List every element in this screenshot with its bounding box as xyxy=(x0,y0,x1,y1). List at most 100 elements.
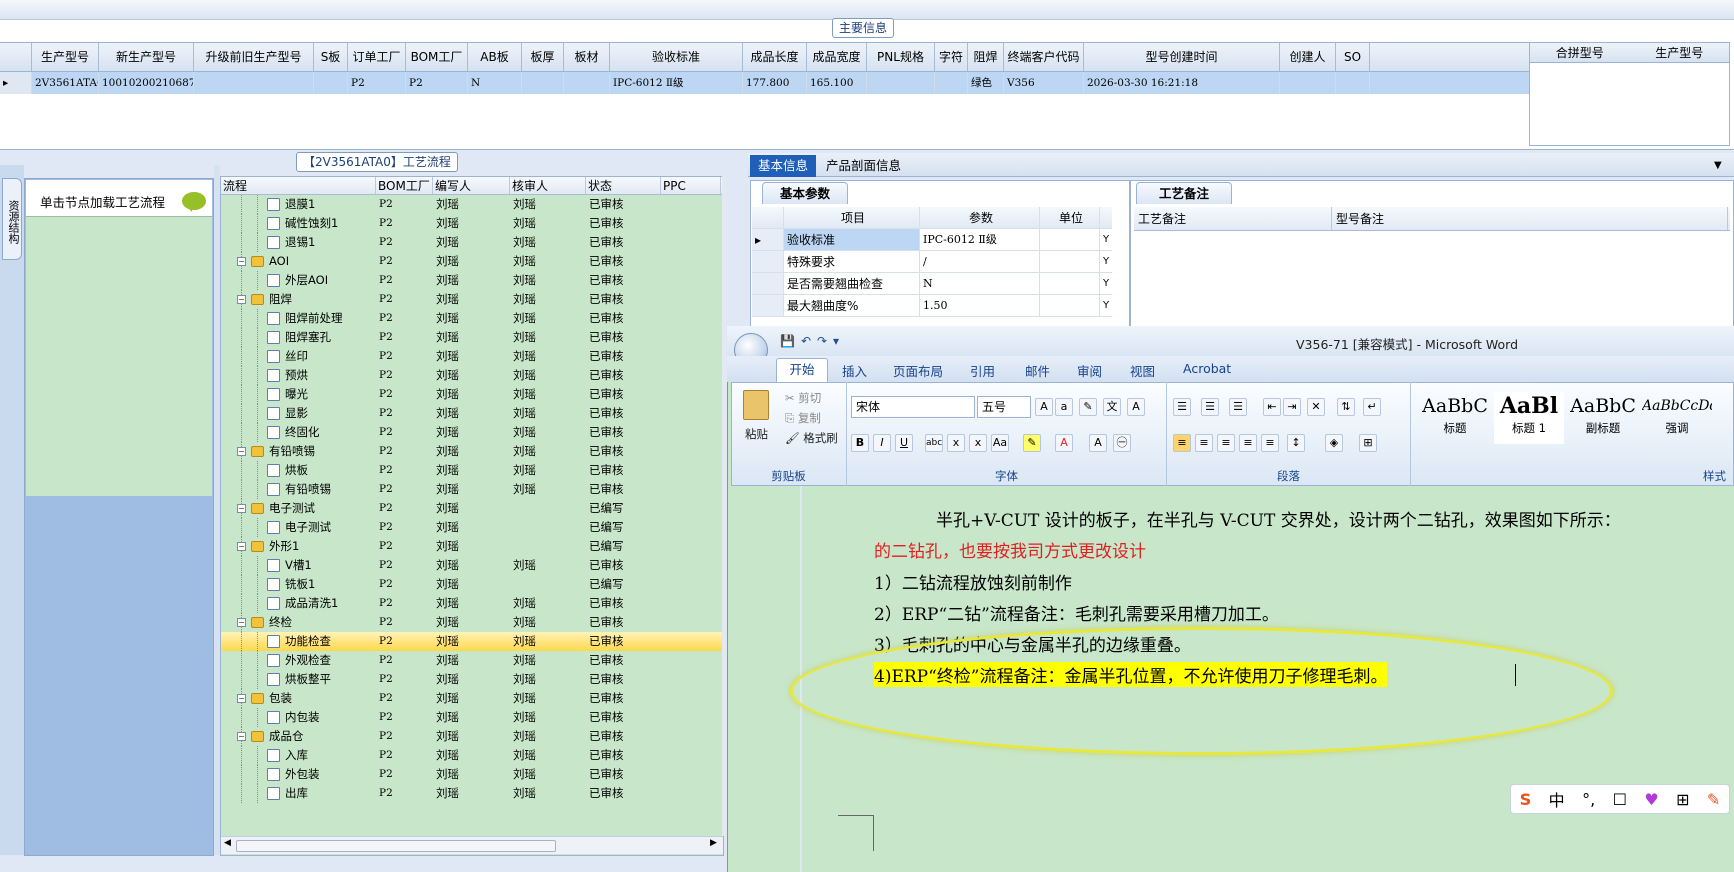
basic-params-tab[interactable]: 基本参数 xyxy=(762,182,848,204)
doc-line-1[interactable]: 半孔+V-CUT 设计的板子，在半孔与 V-CUT 交界处，设计两个二钻孔，效果… xyxy=(936,506,1621,531)
comment-bubble-icon[interactable] xyxy=(182,192,206,212)
doc-line-3[interactable]: 1）二钻流程放蚀刻前制作 xyxy=(874,569,1072,594)
tree-row[interactable]: 入库 P2 刘瑶 刘瑶 已审核 xyxy=(221,746,723,765)
tree-row[interactable]: 铣板1 P2 刘瑶 已编写 xyxy=(221,575,723,594)
ime-skin-icon[interactable]: ♥ xyxy=(1644,790,1658,809)
collapse-icon[interactable]: − xyxy=(237,295,246,304)
grid-cell[interactable]: P2 xyxy=(406,72,468,94)
grid-col-header[interactable]: 阻焊 xyxy=(968,43,1004,71)
tree-node[interactable]: 阻焊前处理 xyxy=(221,309,376,328)
tree-node[interactable]: − 有铅喷锡 xyxy=(221,442,376,461)
col-flow[interactable]: 流程 xyxy=(221,177,376,194)
grid-cell[interactable]: 177.800 xyxy=(743,72,807,94)
font-size-combo[interactable]: 五号 xyxy=(977,396,1031,418)
tree-node[interactable]: 预烘 xyxy=(221,366,376,385)
param-value[interactable]: / xyxy=(920,251,1040,272)
tree-row[interactable]: 内包装 P2 刘瑶 刘瑶 已审核 xyxy=(221,708,723,727)
tree-node[interactable]: 外包装 xyxy=(221,765,376,784)
char-shading-icon[interactable]: A xyxy=(1089,434,1107,452)
grid-cell[interactable]: P2 xyxy=(348,72,406,94)
tab-page-layout[interactable]: 页面布局 xyxy=(893,361,943,380)
param-value[interactable]: 1.50 xyxy=(920,295,1040,316)
tree-node[interactable]: 烘板整平 xyxy=(221,670,376,689)
tree-node[interactable]: − 成品仓 xyxy=(221,727,376,746)
grid-col-header[interactable]: 成品长度 xyxy=(743,43,807,71)
quick-access-toolbar[interactable]: 💾↶↷▾ xyxy=(780,334,845,348)
collapse-icon[interactable]: − xyxy=(237,618,246,627)
param-row[interactable]: ▸ 验收标准 IPC-6012 Ⅱ级 Y xyxy=(752,229,1112,251)
style-heading1[interactable]: AaBl 标题 1 xyxy=(1494,392,1564,444)
align-left-icon[interactable]: ≡ xyxy=(1173,434,1191,452)
copy-button[interactable]: ⎘ 复制 xyxy=(785,410,821,426)
tree-row[interactable]: 出库 P2 刘瑶 刘瑶 已审核 xyxy=(221,784,723,803)
tree-node[interactable]: − 外形1 xyxy=(221,537,376,556)
tab-view[interactable]: 视图 xyxy=(1130,361,1155,380)
doc-line-4[interactable]: 2）ERP“二钻”流程备注：毛刺孔需要采用槽刀加工。 xyxy=(874,600,1279,625)
tree-row[interactable]: 阻焊前处理 P2 刘瑶 刘瑶 已审核 xyxy=(221,309,723,328)
tree-node[interactable]: 电子测试 xyxy=(221,518,376,537)
shrink-font-icon[interactable]: a xyxy=(1055,398,1073,416)
chevron-down-icon[interactable]: ▼ xyxy=(1714,160,1722,171)
tree-vertical-scrollbar[interactable] xyxy=(722,176,726,836)
style-subtitle[interactable]: AaBbC 副标题 xyxy=(1568,392,1638,444)
paste-icon[interactable] xyxy=(743,390,769,420)
tree-node[interactable]: 终固化 xyxy=(221,423,376,442)
grid-cell[interactable]: V356 xyxy=(1004,72,1084,94)
grid-col-header[interactable]: 成品宽度 xyxy=(807,43,867,71)
underline-icon[interactable]: U xyxy=(895,434,913,452)
tree-node[interactable]: 丝印 xyxy=(221,347,376,366)
tree-node[interactable]: − 阻焊 xyxy=(221,290,376,309)
grid-col-header[interactable]: 新生产型号 xyxy=(99,43,194,71)
doc-line-2[interactable]: 的二钻孔，也要按我司方式更改设计 xyxy=(874,537,1146,562)
grid-cell[interactable]: 165.100 xyxy=(807,72,867,94)
grid-col-header[interactable]: AB板 xyxy=(468,43,522,71)
bullets-icon[interactable]: ☰ xyxy=(1173,398,1191,416)
grid-col-header[interactable]: 升级前旧生产型号 xyxy=(194,43,314,71)
tab-section-info[interactable]: 产品剖面信息 xyxy=(826,155,901,177)
col-status[interactable]: 状态 xyxy=(586,177,661,194)
line-spacing-icon[interactable]: ↕ xyxy=(1287,434,1305,452)
justify-icon[interactable]: ≡ xyxy=(1239,434,1257,452)
grid-col-header[interactable]: 字符 xyxy=(935,43,968,71)
tree-row[interactable]: 外观检查 P2 刘瑶 刘瑶 已审核 xyxy=(221,651,723,670)
tab-references[interactable]: 引用 xyxy=(970,361,995,380)
tab-review[interactable]: 审阅 xyxy=(1077,361,1102,380)
collapse-icon[interactable]: − xyxy=(237,694,246,703)
sogou-logo-icon[interactable]: S xyxy=(1520,790,1532,809)
scroll-right-icon[interactable]: ▶ xyxy=(710,838,717,848)
shading-icon[interactable]: ◈ xyxy=(1325,434,1343,452)
collapse-icon[interactable]: − xyxy=(237,447,246,456)
grid-col-header[interactable]: PNL规格 xyxy=(867,43,935,71)
tree-row[interactable]: 外包装 P2 刘瑶 刘瑶 已审核 xyxy=(221,765,723,784)
show-marks-icon[interactable]: ↵ xyxy=(1363,398,1381,416)
clear-format-icon[interactable]: ✎ xyxy=(1079,398,1097,416)
subscript-icon[interactable]: x xyxy=(947,434,965,452)
grid-col-header[interactable]: BOM工厂 xyxy=(406,43,468,71)
tree-node[interactable]: 烘板 xyxy=(221,461,376,480)
strikethrough-icon[interactable]: abc xyxy=(925,434,943,452)
grid-cell[interactable] xyxy=(194,72,314,94)
collapse-icon[interactable]: − xyxy=(237,257,246,266)
char-border-icon[interactable]: A xyxy=(1127,398,1145,416)
row-indicator-icon[interactable]: ▸ xyxy=(0,72,32,94)
tree-row[interactable]: 成品清洗1 P2 刘瑶 刘瑶 已审核 xyxy=(221,594,723,613)
tree-row[interactable]: − 有铅喷锡 P2 刘瑶 刘瑶 已审核 xyxy=(221,442,723,461)
tree-node[interactable]: − AOI xyxy=(221,252,376,271)
cut-button[interactable]: ✂ 剪切 xyxy=(785,390,821,406)
tree-row[interactable]: − 终检 P2 刘瑶 刘瑶 已审核 xyxy=(221,613,723,632)
grid-col-header[interactable]: 型号创建时间 xyxy=(1084,43,1280,71)
tree-row[interactable]: 曝光 P2 刘瑶 刘瑶 已审核 xyxy=(221,385,723,404)
grid-col-header[interactable]: 验收标准 xyxy=(610,43,743,71)
grid-col-header[interactable]: 创建人 xyxy=(1280,43,1336,71)
tree-row[interactable]: − 电子测试 P2 刘瑶 已编写 xyxy=(221,499,723,518)
tree-node[interactable]: 出库 xyxy=(221,784,376,803)
tree-node[interactable]: 退锡1 xyxy=(221,233,376,252)
tree-node[interactable]: 外观检查 xyxy=(221,651,376,670)
tree-row[interactable]: 终固化 P2 刘瑶 刘瑶 已审核 xyxy=(221,423,723,442)
tree-node[interactable]: 成品清洗1 xyxy=(221,594,376,613)
format-painter-button[interactable]: 🖌 格式刷 xyxy=(785,430,838,446)
tree-row[interactable]: − 阻焊 P2 刘瑶 刘瑶 已审核 xyxy=(221,290,723,309)
grid-col-header[interactable]: 板材 xyxy=(564,43,610,71)
tree-row[interactable]: 烘板 P2 刘瑶 刘瑶 已审核 xyxy=(221,461,723,480)
ime-chinese-mode[interactable]: 中 xyxy=(1549,787,1565,811)
